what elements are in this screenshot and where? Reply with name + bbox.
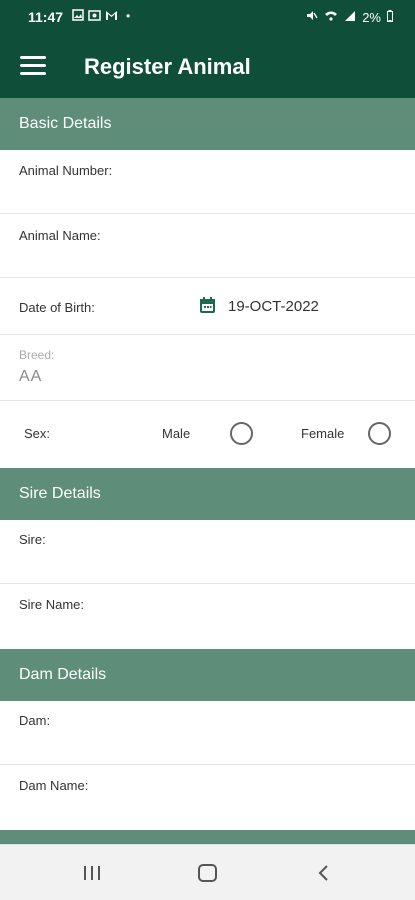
notification-dot: • bbox=[126, 9, 131, 23]
dam-name-label: Dam Name: bbox=[19, 778, 89, 793]
dam-name-field[interactable]: Dam Name: bbox=[0, 765, 415, 830]
section-header-dam-details: Dam Details bbox=[0, 649, 415, 701]
sex-row: Sex: Male Female bbox=[0, 401, 415, 468]
app-bar: Register Animal bbox=[0, 36, 415, 98]
section-header-sire-details: Sire Details bbox=[0, 468, 415, 520]
breed-label: Breed: bbox=[19, 348, 55, 362]
system-nav-bar bbox=[0, 844, 415, 900]
sire-field[interactable]: Sire: bbox=[0, 520, 415, 584]
battery-icon bbox=[387, 9, 393, 25]
male-label: Male bbox=[162, 426, 191, 441]
home-icon[interactable] bbox=[197, 863, 219, 888]
status-bar: 11:47 • 2% bbox=[0, 0, 415, 36]
dam-field[interactable]: Dam: bbox=[0, 701, 415, 765]
section-header-basic-details: Basic Details bbox=[0, 98, 415, 150]
back-icon[interactable] bbox=[314, 863, 334, 888]
gallery-icon bbox=[88, 9, 101, 24]
status-time: 11:47 bbox=[28, 9, 64, 25]
date-of-birth-row: Date of Birth: 19-OCT-2022 bbox=[0, 278, 415, 335]
battery-percent: 2% bbox=[362, 9, 381, 25]
breed-value: AA bbox=[19, 368, 43, 385]
sire-name-label: Sire Name: bbox=[19, 597, 85, 612]
sex-label: Sex: bbox=[24, 426, 51, 441]
status-right: 2% bbox=[305, 9, 393, 25]
date-of-birth-label: Date of Birth: bbox=[19, 300, 95, 315]
notification-icons: • bbox=[72, 9, 130, 24]
image-icon bbox=[72, 9, 84, 24]
animal-name-label: Animal Name: bbox=[19, 228, 101, 243]
dam-label: Dam: bbox=[19, 713, 51, 728]
mute-icon bbox=[305, 9, 318, 25]
menu-icon[interactable] bbox=[20, 56, 46, 78]
male-radio[interactable] bbox=[230, 422, 253, 445]
page-title: Register Animal bbox=[84, 54, 251, 79]
gmail-icon bbox=[105, 9, 118, 24]
animal-name-field[interactable]: Animal Name: bbox=[0, 214, 415, 278]
animal-number-label: Animal Number: bbox=[19, 163, 113, 178]
date-of-birth-value[interactable]: 19-OCT-2022 bbox=[228, 298, 319, 315]
section-header-next bbox=[0, 830, 415, 844]
sire-label: Sire: bbox=[19, 532, 46, 547]
signal-icon bbox=[344, 10, 356, 25]
animal-number-field[interactable]: Animal Number: bbox=[0, 150, 415, 214]
recents-icon[interactable] bbox=[82, 863, 102, 888]
female-label: Female bbox=[301, 426, 345, 441]
sire-name-field[interactable]: Sire Name: bbox=[0, 584, 415, 649]
calendar-icon[interactable] bbox=[199, 297, 216, 314]
female-radio[interactable] bbox=[368, 422, 391, 445]
breed-field[interactable]: Breed: AA bbox=[0, 335, 415, 401]
wifi-icon bbox=[324, 10, 338, 25]
